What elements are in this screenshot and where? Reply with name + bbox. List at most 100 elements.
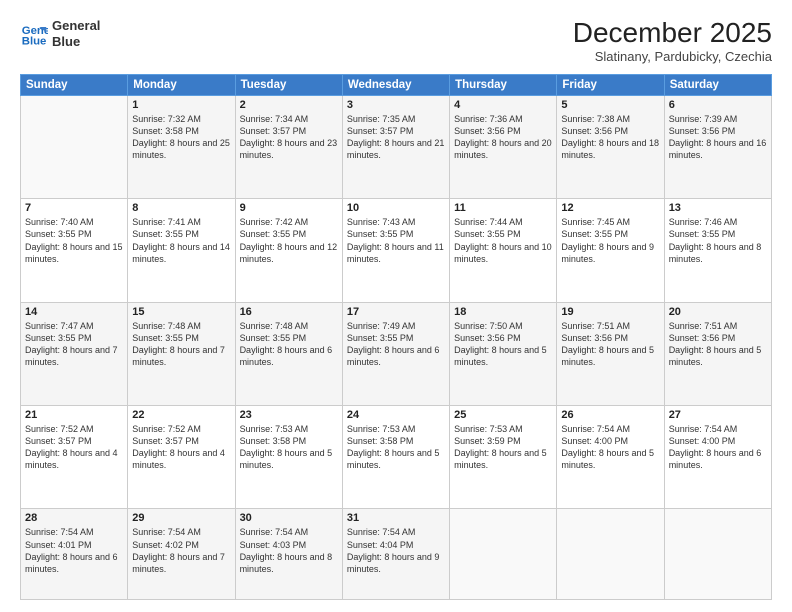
cell-info: Sunrise: 7:34 AMSunset: 3:57 PMDaylight:… [240, 114, 338, 160]
day-number: 23 [240, 409, 338, 421]
day-number: 20 [669, 306, 767, 318]
table-row: 20 Sunrise: 7:51 AMSunset: 3:56 PMDaylig… [664, 302, 771, 405]
cell-info: Sunrise: 7:38 AMSunset: 3:56 PMDaylight:… [561, 114, 659, 160]
day-number: 18 [454, 306, 552, 318]
cell-info: Sunrise: 7:54 AMSunset: 4:00 PMDaylight:… [561, 424, 654, 470]
col-tuesday: Tuesday [235, 74, 342, 95]
table-row [21, 95, 128, 198]
logo-icon: General Blue [20, 20, 48, 48]
header: General Blue General Blue December 2025 … [20, 18, 772, 64]
cell-info: Sunrise: 7:54 AMSunset: 4:02 PMDaylight:… [132, 527, 225, 573]
cell-info: Sunrise: 7:41 AMSunset: 3:55 PMDaylight:… [132, 217, 230, 263]
cell-info: Sunrise: 7:46 AMSunset: 3:55 PMDaylight:… [669, 217, 762, 263]
cell-info: Sunrise: 7:51 AMSunset: 3:56 PMDaylight:… [669, 321, 762, 367]
day-number: 28 [25, 512, 123, 524]
table-row: 28 Sunrise: 7:54 AMSunset: 4:01 PMDaylig… [21, 509, 128, 600]
page: General Blue General Blue December 2025 … [0, 0, 792, 612]
day-number: 30 [240, 512, 338, 524]
cell-info: Sunrise: 7:53 AMSunset: 3:58 PMDaylight:… [240, 424, 333, 470]
day-number: 8 [132, 202, 230, 214]
day-number: 29 [132, 512, 230, 524]
header-row: Sunday Monday Tuesday Wednesday Thursday… [21, 74, 772, 95]
day-number: 5 [561, 99, 659, 111]
day-number: 4 [454, 99, 552, 111]
day-number: 7 [25, 202, 123, 214]
table-row: 26 Sunrise: 7:54 AMSunset: 4:00 PMDaylig… [557, 406, 664, 509]
day-number: 17 [347, 306, 445, 318]
table-row: 29 Sunrise: 7:54 AMSunset: 4:02 PMDaylig… [128, 509, 235, 600]
day-number: 6 [669, 99, 767, 111]
logo: General Blue General Blue [20, 18, 100, 49]
table-row: 10 Sunrise: 7:43 AMSunset: 3:55 PMDaylig… [342, 199, 449, 302]
table-row: 18 Sunrise: 7:50 AMSunset: 3:56 PMDaylig… [450, 302, 557, 405]
svg-text:Blue: Blue [22, 35, 47, 47]
cell-info: Sunrise: 7:50 AMSunset: 3:56 PMDaylight:… [454, 321, 547, 367]
day-number: 25 [454, 409, 552, 421]
table-row: 23 Sunrise: 7:53 AMSunset: 3:58 PMDaylig… [235, 406, 342, 509]
table-row [664, 509, 771, 600]
day-number: 26 [561, 409, 659, 421]
day-number: 31 [347, 512, 445, 524]
cell-info: Sunrise: 7:39 AMSunset: 3:56 PMDaylight:… [669, 114, 767, 160]
table-row: 12 Sunrise: 7:45 AMSunset: 3:55 PMDaylig… [557, 199, 664, 302]
logo-line2: Blue [52, 34, 100, 50]
table-row: 25 Sunrise: 7:53 AMSunset: 3:59 PMDaylig… [450, 406, 557, 509]
day-number: 11 [454, 202, 552, 214]
title-block: December 2025 Slatinany, Pardubicky, Cze… [573, 18, 772, 64]
cell-info: Sunrise: 7:45 AMSunset: 3:55 PMDaylight:… [561, 217, 654, 263]
day-number: 19 [561, 306, 659, 318]
table-row: 21 Sunrise: 7:52 AMSunset: 3:57 PMDaylig… [21, 406, 128, 509]
col-friday: Friday [557, 74, 664, 95]
cell-info: Sunrise: 7:52 AMSunset: 3:57 PMDaylight:… [25, 424, 118, 470]
table-row: 2 Sunrise: 7:34 AMSunset: 3:57 PMDayligh… [235, 95, 342, 198]
table-row: 9 Sunrise: 7:42 AMSunset: 3:55 PMDayligh… [235, 199, 342, 302]
table-row: 17 Sunrise: 7:49 AMSunset: 3:55 PMDaylig… [342, 302, 449, 405]
cell-info: Sunrise: 7:52 AMSunset: 3:57 PMDaylight:… [132, 424, 225, 470]
day-number: 9 [240, 202, 338, 214]
day-number: 3 [347, 99, 445, 111]
col-thursday: Thursday [450, 74, 557, 95]
cell-info: Sunrise: 7:35 AMSunset: 3:57 PMDaylight:… [347, 114, 445, 160]
cell-info: Sunrise: 7:40 AMSunset: 3:55 PMDaylight:… [25, 217, 123, 263]
table-row: 14 Sunrise: 7:47 AMSunset: 3:55 PMDaylig… [21, 302, 128, 405]
cell-info: Sunrise: 7:43 AMSunset: 3:55 PMDaylight:… [347, 217, 444, 263]
cell-info: Sunrise: 7:49 AMSunset: 3:55 PMDaylight:… [347, 321, 440, 367]
cell-info: Sunrise: 7:36 AMSunset: 3:56 PMDaylight:… [454, 114, 552, 160]
cell-info: Sunrise: 7:51 AMSunset: 3:56 PMDaylight:… [561, 321, 654, 367]
table-row: 5 Sunrise: 7:38 AMSunset: 3:56 PMDayligh… [557, 95, 664, 198]
table-row: 19 Sunrise: 7:51 AMSunset: 3:56 PMDaylig… [557, 302, 664, 405]
calendar-table: Sunday Monday Tuesday Wednesday Thursday… [20, 74, 772, 600]
cell-info: Sunrise: 7:48 AMSunset: 3:55 PMDaylight:… [240, 321, 333, 367]
logo-text: General Blue [52, 18, 100, 49]
day-number: 15 [132, 306, 230, 318]
cell-info: Sunrise: 7:54 AMSunset: 4:03 PMDaylight:… [240, 527, 333, 573]
cell-info: Sunrise: 7:54 AMSunset: 4:01 PMDaylight:… [25, 527, 118, 573]
table-row: 13 Sunrise: 7:46 AMSunset: 3:55 PMDaylig… [664, 199, 771, 302]
day-number: 12 [561, 202, 659, 214]
cell-info: Sunrise: 7:42 AMSunset: 3:55 PMDaylight:… [240, 217, 338, 263]
table-row: 15 Sunrise: 7:48 AMSunset: 3:55 PMDaylig… [128, 302, 235, 405]
day-number: 16 [240, 306, 338, 318]
cell-info: Sunrise: 7:44 AMSunset: 3:55 PMDaylight:… [454, 217, 552, 263]
table-row: 6 Sunrise: 7:39 AMSunset: 3:56 PMDayligh… [664, 95, 771, 198]
cell-info: Sunrise: 7:53 AMSunset: 3:59 PMDaylight:… [454, 424, 547, 470]
cell-info: Sunrise: 7:54 AMSunset: 4:04 PMDaylight:… [347, 527, 440, 573]
day-number: 2 [240, 99, 338, 111]
table-row: 22 Sunrise: 7:52 AMSunset: 3:57 PMDaylig… [128, 406, 235, 509]
day-number: 24 [347, 409, 445, 421]
cell-info: Sunrise: 7:53 AMSunset: 3:58 PMDaylight:… [347, 424, 440, 470]
table-row: 1 Sunrise: 7:32 AMSunset: 3:58 PMDayligh… [128, 95, 235, 198]
table-row: 3 Sunrise: 7:35 AMSunset: 3:57 PMDayligh… [342, 95, 449, 198]
day-number: 27 [669, 409, 767, 421]
logo-line1: General [52, 18, 100, 34]
table-row: 7 Sunrise: 7:40 AMSunset: 3:55 PMDayligh… [21, 199, 128, 302]
table-row: 11 Sunrise: 7:44 AMSunset: 3:55 PMDaylig… [450, 199, 557, 302]
col-monday: Monday [128, 74, 235, 95]
month-title: December 2025 [573, 18, 772, 49]
cell-info: Sunrise: 7:54 AMSunset: 4:00 PMDaylight:… [669, 424, 762, 470]
cell-info: Sunrise: 7:47 AMSunset: 3:55 PMDaylight:… [25, 321, 118, 367]
col-wednesday: Wednesday [342, 74, 449, 95]
cell-info: Sunrise: 7:32 AMSunset: 3:58 PMDaylight:… [132, 114, 230, 160]
table-row: 27 Sunrise: 7:54 AMSunset: 4:00 PMDaylig… [664, 406, 771, 509]
day-number: 14 [25, 306, 123, 318]
